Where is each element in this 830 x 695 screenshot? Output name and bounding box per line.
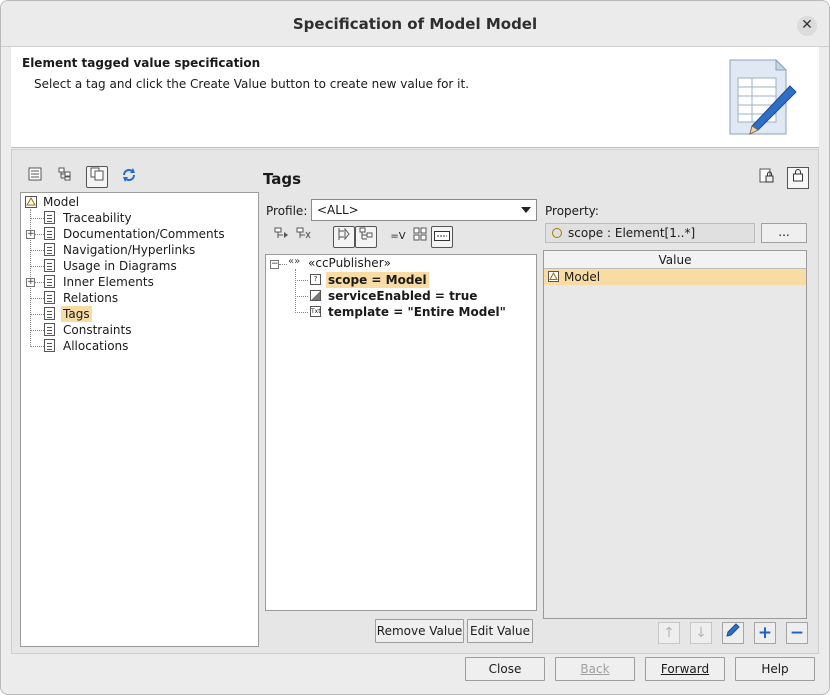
list-view-icon[interactable] xyxy=(24,166,46,188)
ellipsis-button[interactable]: ... xyxy=(761,223,807,243)
tag-item[interactable]: ? scope = Model xyxy=(266,272,536,288)
tree-item-label: Model xyxy=(43,195,80,209)
back-button[interactable]: Back xyxy=(555,657,635,681)
tag-item-label: serviceEnabled = true xyxy=(328,289,478,303)
document-icon xyxy=(44,227,55,240)
tree-item-model[interactable]: Model xyxy=(21,194,258,210)
tree-item-label: Relations xyxy=(63,291,119,305)
window-title: Specification of Model Model xyxy=(292,15,538,33)
question-icon: ? xyxy=(310,274,321,285)
add-icon[interactable]: + xyxy=(754,622,776,644)
expand-all-icon[interactable] xyxy=(271,226,293,248)
tag-item[interactable]: Txt template = "Entire Model" xyxy=(266,304,536,320)
edit-pencil-icon[interactable] xyxy=(722,622,744,644)
tree-item-allocations[interactable]: Allocations xyxy=(21,338,258,354)
collapse-all-icon[interactable] xyxy=(293,226,315,248)
refresh-icon[interactable] xyxy=(118,166,140,188)
tree-item-label: Traceability xyxy=(63,211,132,225)
remove-icon[interactable]: − xyxy=(786,622,808,644)
security-icon[interactable] xyxy=(755,167,777,189)
expand-icon[interactable]: + xyxy=(26,230,35,239)
tree-item-constraints[interactable]: Constraints xyxy=(21,322,258,338)
property-field: scope : Element[1..*] xyxy=(545,223,755,243)
forward-button[interactable]: Forward xyxy=(645,657,725,681)
title-bar: Specification of Model Model ✕ xyxy=(1,1,829,47)
document-icon xyxy=(44,323,55,336)
document-icon xyxy=(44,259,55,272)
table-row[interactable]: Model xyxy=(544,269,806,285)
document-pencil-icon xyxy=(729,58,797,135)
tag-item-label: scope = Model xyxy=(326,272,429,288)
tags-tree[interactable]: − «» «ccPublisher» ? scope = Model servi… xyxy=(265,254,537,611)
grid-icon[interactable] xyxy=(409,226,431,248)
model-icon xyxy=(25,196,37,208)
tree-item-traceability[interactable]: Traceability xyxy=(21,210,258,226)
collapse-icon[interactable]: − xyxy=(270,260,279,269)
text-field-icon[interactable] xyxy=(431,226,453,248)
close-button[interactable]: Close xyxy=(465,657,545,681)
navigation-tree[interactable]: Model Traceability + Documentation/Comme… xyxy=(20,192,259,647)
tree-view-icon[interactable] xyxy=(54,166,76,188)
tree-item-tags[interactable]: Tags xyxy=(21,306,258,322)
forward-label: Forward xyxy=(660,662,710,676)
tree-item-label: Documentation/Comments xyxy=(63,227,225,241)
property-value: scope : Element[1..*] xyxy=(568,226,696,240)
stereotype-label: «ccPublisher» xyxy=(308,256,391,270)
move-up-icon[interactable]: ↑ xyxy=(658,622,680,644)
tag-item[interactable]: serviceEnabled = true xyxy=(266,288,536,304)
header-description: Select a tag and click the Create Value … xyxy=(34,77,470,91)
main-panel: Model Traceability + Documentation/Comme… xyxy=(11,149,819,654)
close-icon[interactable]: ✕ xyxy=(797,16,817,36)
expand-icon[interactable]: + xyxy=(26,278,35,287)
copy-icon[interactable] xyxy=(86,166,108,188)
profile-value: <ALL> xyxy=(317,203,359,217)
tree-item-relations[interactable]: Relations xyxy=(21,290,258,306)
hierarchy-icon[interactable] xyxy=(355,226,377,248)
stereotype-icon: «» xyxy=(288,256,301,267)
chevron-down-icon xyxy=(521,207,531,213)
tree-item-documentation[interactable]: + Documentation/Comments xyxy=(21,226,258,242)
value-table[interactable]: Value Model xyxy=(543,250,807,619)
specification-dialog: Specification of Model Model ✕ Element t… xyxy=(0,0,830,695)
tag-item-label: template = "Entire Model" xyxy=(328,305,506,319)
tree-item-navigation[interactable]: Navigation/Hyperlinks xyxy=(21,242,258,258)
equals-value-icon[interactable]: =V xyxy=(387,226,409,248)
tree-item-label: Constraints xyxy=(63,323,132,337)
profile-dropdown[interactable]: <ALL> xyxy=(311,199,537,221)
profile-label: Profile: xyxy=(266,204,308,218)
header-title: Element tagged value specification xyxy=(22,56,261,70)
remove-value-button[interactable]: Remove Value xyxy=(375,619,464,643)
move-down-icon[interactable]: ↓ xyxy=(690,622,712,644)
lock-icon[interactable] xyxy=(787,167,809,189)
document-icon xyxy=(44,307,55,320)
document-icon xyxy=(44,243,55,256)
help-button[interactable]: Help xyxy=(735,657,815,681)
tree-item-label: Inner Elements xyxy=(63,275,154,289)
text-icon: Txt xyxy=(310,306,321,317)
document-icon xyxy=(44,211,55,224)
property-circle-icon xyxy=(552,228,562,238)
tree-item-usage[interactable]: Usage in Diagrams xyxy=(21,258,258,274)
property-label: Property: xyxy=(545,204,599,218)
page-title: Tags xyxy=(263,170,302,188)
value-column-header: Value xyxy=(544,251,806,269)
show-tree-icon[interactable] xyxy=(333,226,355,248)
document-icon xyxy=(44,291,55,304)
tree-item-label: Allocations xyxy=(63,339,129,353)
tree-item-label: Usage in Diagrams xyxy=(63,259,177,273)
tree-item-label: Navigation/Hyperlinks xyxy=(63,243,196,257)
edit-value-button[interactable]: Edit Value xyxy=(467,619,533,643)
back-label: Back xyxy=(580,662,610,676)
document-icon xyxy=(44,275,55,288)
document-icon xyxy=(44,339,55,352)
boolean-icon xyxy=(310,290,321,301)
model-icon xyxy=(548,271,559,282)
table-cell: Model xyxy=(564,270,601,284)
tree-item-inner-elements[interactable]: + Inner Elements xyxy=(21,274,258,290)
header-panel: Element tagged value specification Selec… xyxy=(11,47,819,148)
tree-item-label: Tags xyxy=(61,306,92,322)
